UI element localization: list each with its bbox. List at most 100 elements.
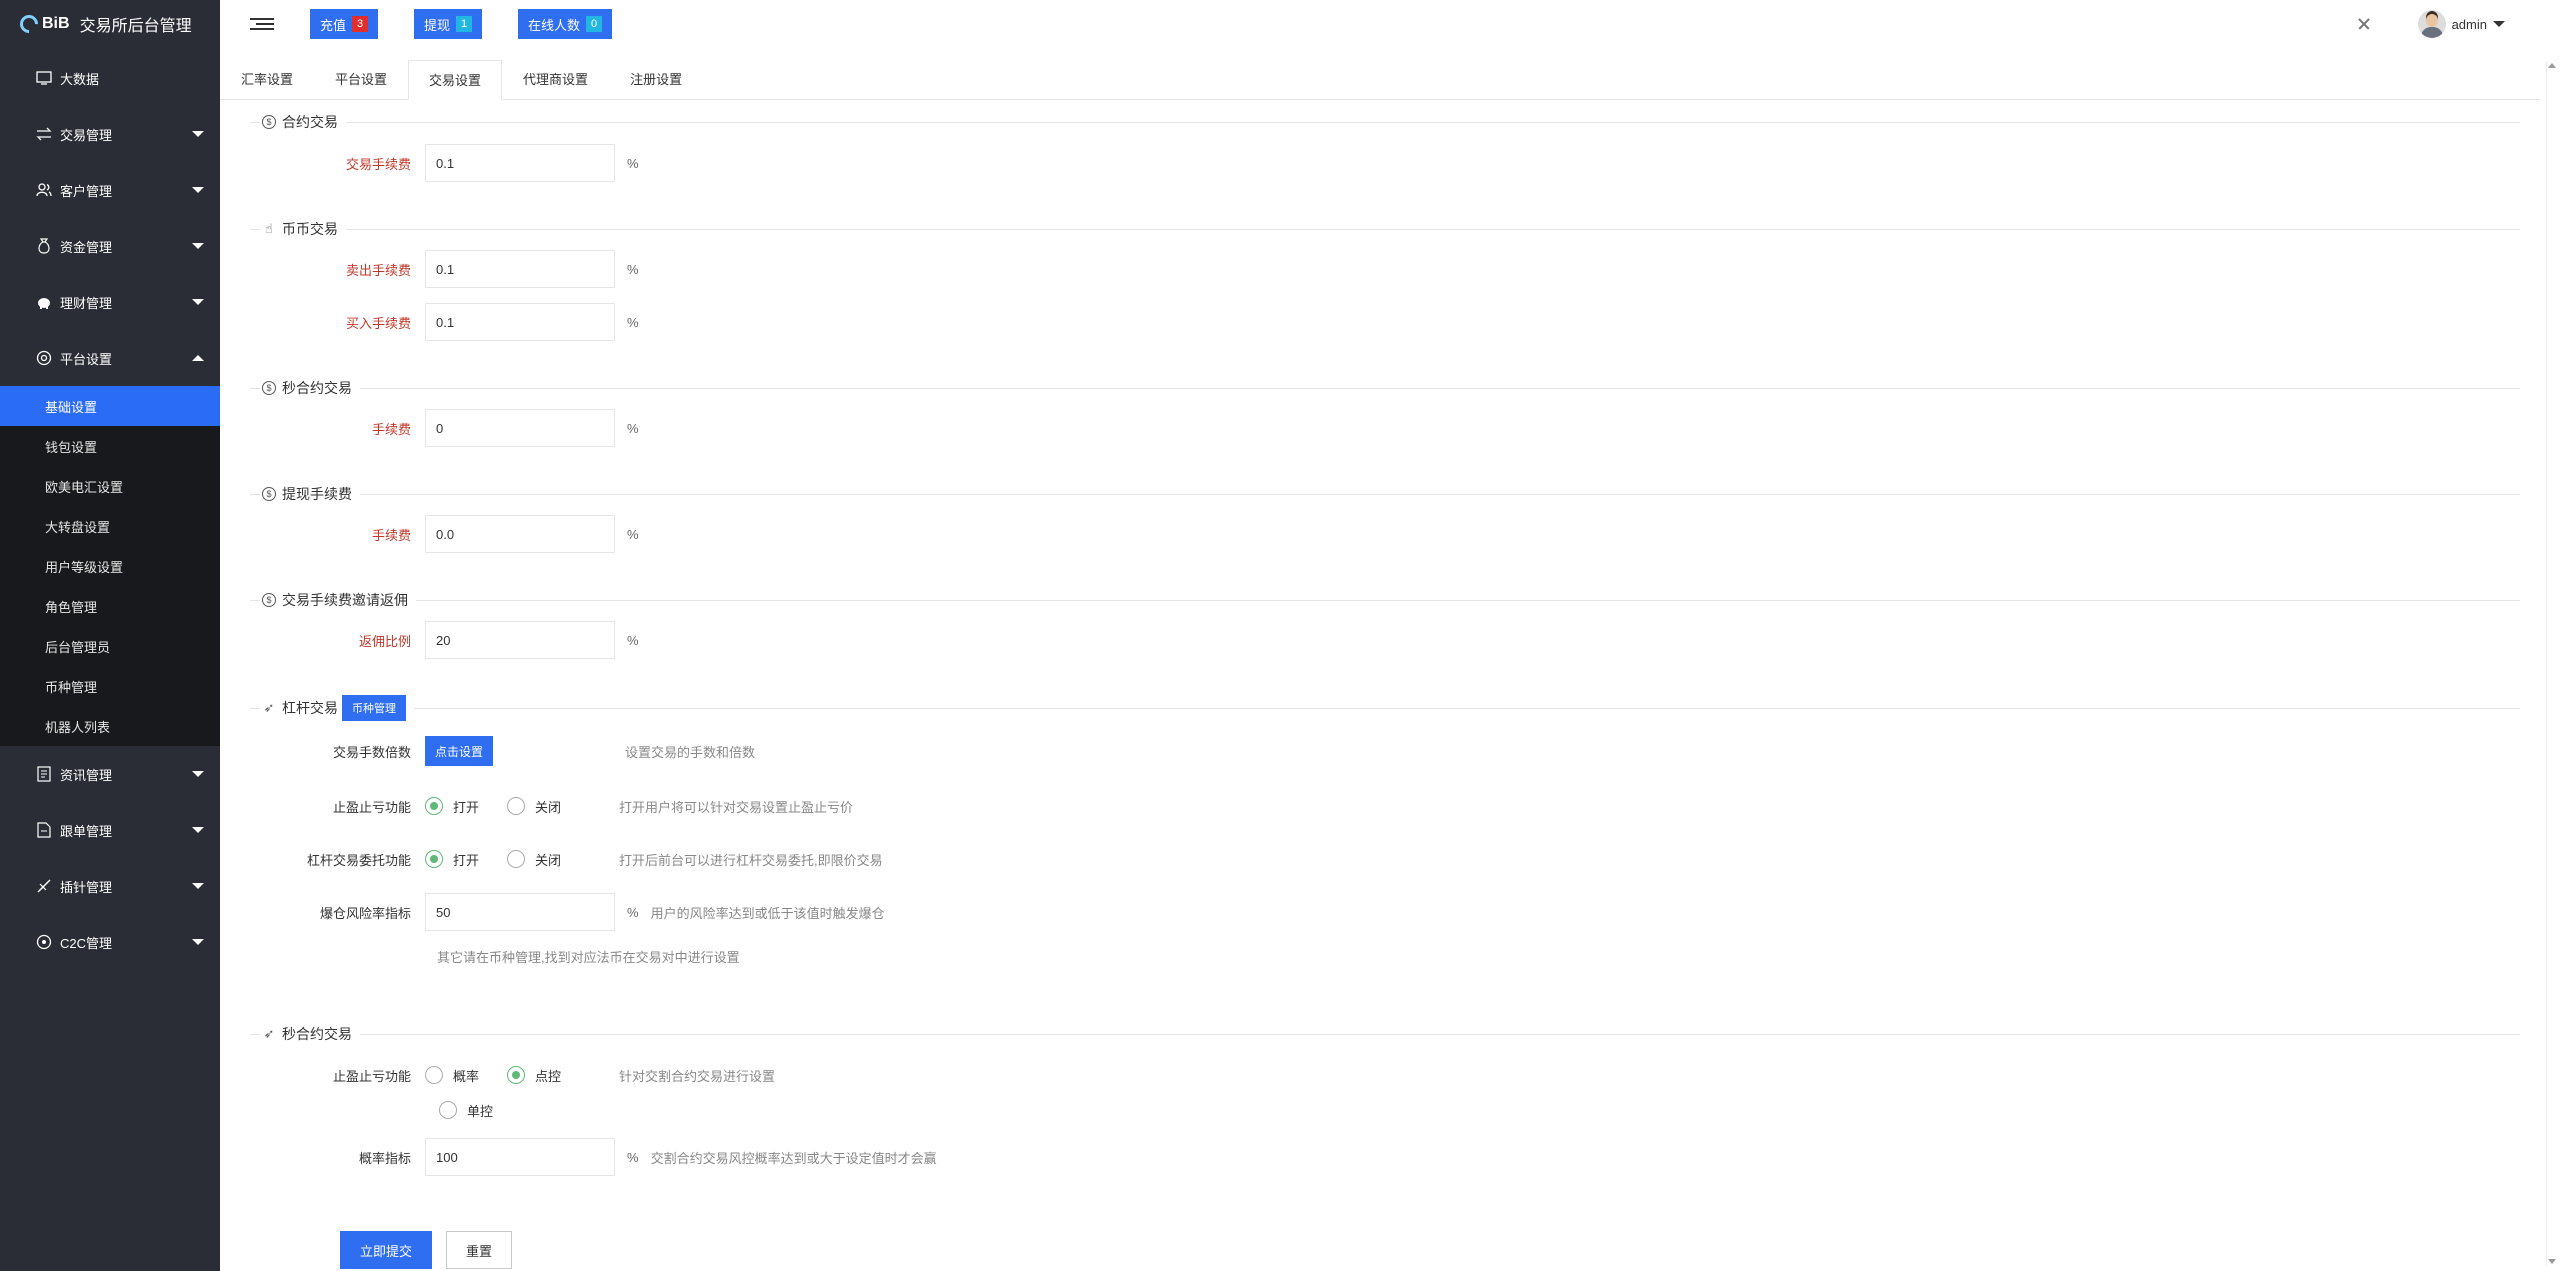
leverage-entrust-row: 杠杆交易委托功能 打开 关闭 打开后前台可以进行杠杆交易委托,即限价交易: [220, 839, 2560, 879]
sidebar-item-big-data[interactable]: 大数据: [0, 50, 220, 106]
tab-agent[interactable]: 代理商设置: [502, 59, 609, 99]
sidebar-subitem-wire-settings[interactable]: 欧美电汇设置: [0, 466, 220, 506]
tab-exchange-rate[interactable]: 汇率设置: [220, 59, 314, 99]
sidebar-subitem-robots[interactable]: 机器人列表: [0, 706, 220, 746]
tab-platform[interactable]: 平台设置: [314, 59, 408, 99]
probability-radio[interactable]: 概率: [425, 1066, 479, 1085]
settings-tabs: 汇率设置 平台设置 交易设置 代理商设置 注册设置: [220, 60, 2540, 100]
multiplier-hint: 设置交易的手数和倍数: [625, 744, 756, 760]
click-settings-button[interactable]: 点击设置: [425, 736, 494, 766]
sidebar-subitem-wheel-settings[interactable]: 大转盘设置: [0, 506, 220, 546]
sidebar-item-finance[interactable]: 理财管理: [0, 274, 220, 330]
sidebar-subitem-wallet-settings[interactable]: 钱包设置: [0, 426, 220, 466]
tab-register[interactable]: 注册设置: [609, 59, 703, 99]
topbar: 充值 3 提现 1 在线人数 0 admin: [220, 0, 2560, 48]
sidebar-item-platform-settings[interactable]: 平台设置: [0, 330, 220, 386]
probability-hint: 交割合约交易风控概率达到或大于设定值时才会赢: [650, 1150, 937, 1166]
withdraw-count-badge: 1: [456, 16, 473, 32]
avatar[interactable]: [2417, 10, 2446, 38]
buy-fee-input[interactable]: [425, 303, 615, 341]
risk-label: 爆仓风险率指标: [319, 905, 411, 921]
point-control-radio[interactable]: 点控: [507, 1066, 561, 1085]
sidebar-item-funds[interactable]: 资金管理: [0, 218, 220, 274]
contract-fee-row: 交易手续费 %: [220, 143, 2560, 183]
withdraw-fee-label: 手续费: [371, 527, 411, 543]
percent-unit: %: [627, 632, 639, 648]
section-second-contract: $ 秒合约交易: [250, 378, 2520, 398]
entrust-open-radio[interactable]: 打开: [425, 850, 479, 869]
chevron-down-icon[interactable]: [2493, 21, 2505, 27]
tpsl-open-radio[interactable]: 打开: [425, 797, 479, 816]
withdraw-button[interactable]: 提现 1: [414, 9, 483, 39]
contract-fee-label: 交易手续费: [345, 156, 411, 172]
hand-icon: ☝: [265, 221, 273, 236]
withdraw-label: 提现: [424, 17, 451, 33]
paper-plane-icon: ➶: [263, 1026, 275, 1041]
tab-trade[interactable]: 交易设置: [408, 60, 503, 100]
tpsl-label: 止盈止亏功能: [332, 799, 411, 815]
dollar-icon: $: [262, 381, 276, 395]
chevron-down-icon: [192, 131, 204, 137]
sidebar-item-trade[interactable]: 交易管理: [0, 106, 220, 162]
username[interactable]: admin: [2452, 17, 2487, 32]
sidebar-subnav: 基础设置 钱包设置 欧美电汇设置 大转盘设置 用户等级设置 角色管理 后台管理员…: [0, 386, 220, 746]
sidebar-subitem-coins[interactable]: 币种管理: [0, 666, 220, 706]
sidebar-item-label: C2C管理: [60, 935, 113, 951]
tpsl-close-radio[interactable]: 关闭: [507, 797, 561, 816]
multiplier-label: 交易手数倍数: [332, 744, 411, 760]
reset-button[interactable]: 重置: [446, 1231, 512, 1269]
sidebar-nav-lower: 资讯管理 跟单管理 插针管理 C2C管理: [0, 746, 220, 970]
risk-input[interactable]: [425, 893, 615, 931]
menu-toggle-icon[interactable]: [250, 14, 274, 34]
sidebar-subitem-basic-settings[interactable]: 基础设置: [0, 386, 220, 426]
entrust-close-radio[interactable]: 关闭: [507, 850, 561, 869]
sidebar-item-c2c[interactable]: C2C管理: [0, 914, 220, 970]
leverage-tpsl-row: 止盈止亏功能 打开 关闭 打开用户将可以针对交易设置止盈止亏价: [220, 786, 2560, 826]
probability-index-row: 概率指标 % 交割合约交易风控概率达到或大于设定值时才会赢: [220, 1137, 2560, 1177]
brand: BiB 交易所后台管理: [0, 0, 220, 48]
chevron-down-icon: [192, 939, 204, 945]
settings-circle-icon: [34, 348, 54, 368]
second-tpsl-hint: 针对交割合约交易进行设置: [619, 1068, 776, 1084]
section-contract: $ 合约交易: [250, 112, 2520, 132]
probability-input[interactable]: [425, 1138, 615, 1176]
sidebar-item-label: 跟单管理: [60, 823, 113, 839]
sidebar-item-label: 理财管理: [60, 295, 113, 311]
percent-unit: %: [627, 904, 639, 920]
rebate-ratio-input[interactable]: [425, 621, 615, 659]
sidebar-subitem-admins[interactable]: 后台管理员: [0, 626, 220, 666]
chevron-down-icon: [192, 827, 204, 833]
sidebar-item-copy-trade[interactable]: 跟单管理: [0, 802, 220, 858]
section-rebate: $ 交易手续费邀请返佣: [250, 590, 2520, 610]
sidebar-subitem-roles[interactable]: 角色管理: [0, 586, 220, 626]
chevron-up-icon: [192, 355, 204, 361]
percent-unit: %: [627, 261, 639, 277]
chevron-down-icon: [192, 299, 204, 305]
coin-management-button[interactable]: 币种管理: [342, 695, 406, 721]
submit-button[interactable]: 立即提交: [340, 1231, 432, 1269]
percent-unit: %: [627, 1149, 639, 1165]
brand-logo: BiB: [16, 11, 70, 37]
recharge-button[interactable]: 充值 3: [310, 9, 379, 39]
sell-fee-input[interactable]: [425, 250, 615, 288]
sidebar-item-news[interactable]: 资讯管理: [0, 746, 220, 802]
fullscreen-icon[interactable]: [2358, 18, 2370, 30]
dollar-icon: $: [262, 115, 276, 129]
document-icon: [34, 820, 54, 840]
percent-unit: %: [627, 155, 639, 171]
swap-icon: [34, 124, 54, 144]
withdraw-fee-row: 手续费 %: [220, 514, 2560, 554]
chevron-down-icon: [192, 187, 204, 193]
withdraw-fee-input[interactable]: [425, 515, 615, 553]
sidebar-item-customers[interactable]: 客户管理: [0, 162, 220, 218]
online-users-button[interactable]: 在线人数 0: [518, 9, 613, 39]
probability-label: 概率指标: [358, 1150, 411, 1166]
single-control-radio[interactable]: 单控: [439, 1101, 493, 1120]
second-contract-fee-input[interactable]: [425, 409, 615, 447]
contract-fee-input[interactable]: [425, 144, 615, 182]
sidebar-item-needle[interactable]: 插针管理: [0, 858, 220, 914]
brand-title: 交易所后台管理: [79, 16, 192, 35]
sidebar-subitem-user-level[interactable]: 用户等级设置: [0, 546, 220, 586]
sidebar-item-label: 大数据: [60, 71, 100, 87]
second-contract-fee-label: 手续费: [371, 421, 411, 437]
